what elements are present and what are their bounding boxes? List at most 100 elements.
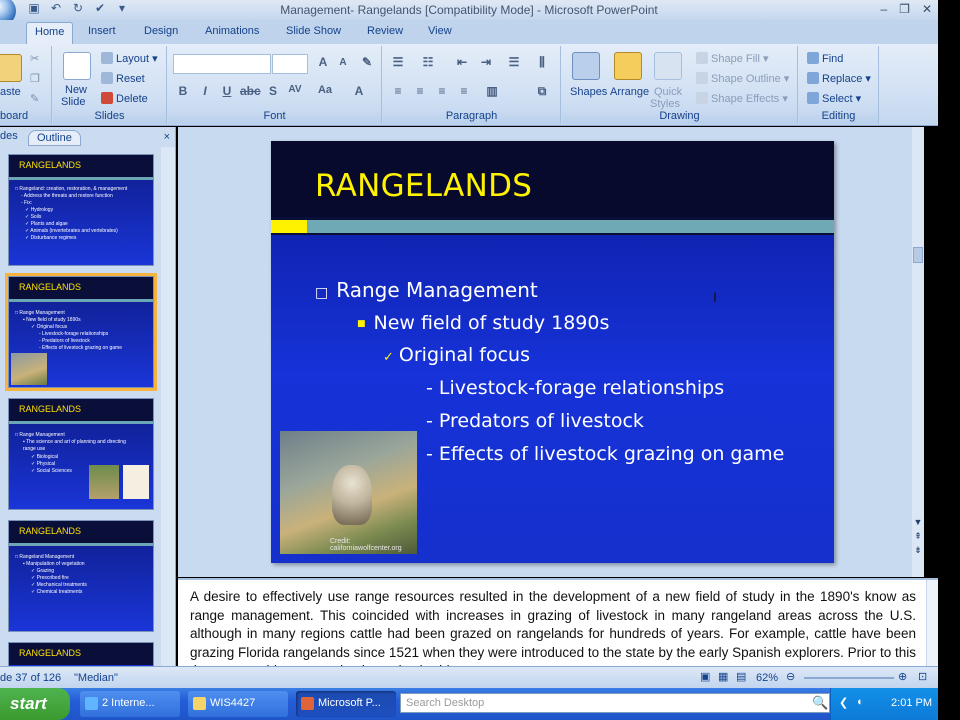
format-painter-icon[interactable]: ✎: [30, 92, 39, 105]
find-button[interactable]: Find: [807, 52, 843, 65]
slide-thumbnail[interactable]: RANGELANDS □ Range Management ▪ The scie…: [8, 398, 154, 510]
scroll-down-icon[interactable]: ▼: [912, 517, 924, 527]
font-name-combo[interactable]: [173, 54, 271, 74]
tab-outline[interactable]: Outline: [28, 130, 81, 146]
canvas-scrollbar[interactable]: ▼ ⇞ ⇟: [912, 127, 924, 577]
font-color-icon[interactable]: A: [350, 84, 368, 102]
slideshow-view-icon[interactable]: ▤: [736, 670, 746, 683]
slide-sorter-icon[interactable]: ▦: [718, 670, 728, 683]
bullet-level-2[interactable]: ■ New field of study 1890s: [357, 312, 609, 334]
copy-icon[interactable]: ❐: [30, 72, 40, 85]
layout-button[interactable]: Layout ▾: [101, 52, 158, 65]
quick-styles-label[interactable]: Styles: [650, 98, 680, 110]
slide-thumbnail-selected[interactable]: RANGELANDS □ Range Management ▪ New fiel…: [5, 273, 157, 391]
shape-outline-button[interactable]: Shape Outline ▾: [696, 72, 789, 85]
font-size-combo[interactable]: [272, 54, 308, 74]
replace-button[interactable]: Replace ▾: [807, 72, 871, 85]
notes-text[interactable]: A desire to effectively use range resour…: [190, 588, 916, 666]
align-center-icon[interactable]: ≡: [411, 84, 429, 102]
restore-icon[interactable]: ❐: [899, 2, 910, 16]
tab-slides[interactable]: des: [0, 130, 18, 142]
taskbar-item-folder[interactable]: WIS4427: [188, 691, 288, 717]
zoom-out-icon[interactable]: ⊖: [786, 670, 795, 683]
columns-icon[interactable]: ▥: [483, 84, 501, 102]
slide-thumbnail[interactable]: RANGELANDS: [8, 642, 154, 667]
previous-slide-icon[interactable]: ⇞: [912, 531, 924, 542]
tab-home[interactable]: Home: [26, 22, 74, 44]
bold-icon[interactable]: B: [174, 84, 192, 102]
slide-thumbnail[interactable]: RANGELANDS □ Rangeland: creation, restor…: [8, 154, 154, 266]
shape-fill-button[interactable]: Shape Fill ▾: [696, 52, 769, 65]
zoom-level[interactable]: 62%: [756, 672, 778, 684]
clock[interactable]: 2:01 PM: [891, 697, 932, 709]
zoom-slider[interactable]: [804, 677, 894, 679]
tab-view[interactable]: View: [428, 25, 452, 37]
clear-format-icon[interactable]: ✎: [358, 55, 376, 73]
bullet-level-4[interactable]: - Predators of livestock: [426, 410, 644, 432]
text-direction-icon[interactable]: ⫼: [533, 55, 551, 73]
bullet-level-3[interactable]: ✓ Original focus: [383, 344, 530, 366]
search-icon[interactable]: 🔍: [812, 695, 828, 711]
reset-button[interactable]: Reset: [101, 72, 145, 85]
desktop-search-input[interactable]: Search Desktop: [400, 693, 830, 713]
tray-arrow-icon[interactable]: ❮: [839, 696, 848, 709]
bullet-level-4[interactable]: - Livestock-forage relationships: [426, 377, 724, 399]
notes-scrollbar[interactable]: [926, 580, 938, 666]
align-right-icon[interactable]: ≡: [433, 84, 451, 102]
paste-button[interactable]: aste: [0, 86, 21, 98]
change-case-icon[interactable]: Aa: [316, 84, 334, 102]
select-button[interactable]: Select ▾: [807, 92, 861, 105]
arrange-button[interactable]: Arrange: [610, 86, 649, 98]
close-pane-icon[interactable]: ×: [164, 131, 170, 143]
strikethrough-icon[interactable]: abc: [240, 84, 261, 102]
align-left-icon[interactable]: ≡: [389, 84, 407, 102]
increase-indent-icon[interactable]: ⇥: [477, 55, 495, 73]
numbering-icon[interactable]: ☷: [419, 55, 437, 73]
close-icon[interactable]: ✕: [922, 2, 932, 16]
minimize-icon[interactable]: –: [880, 2, 887, 16]
pane-scrollbar[interactable]: [161, 147, 175, 667]
network-icon[interactable]: ◐: [857, 696, 864, 708]
quick-styles-icon[interactable]: [654, 52, 682, 80]
tab-insert[interactable]: Insert: [88, 25, 116, 37]
fit-to-window-icon[interactable]: ⊡: [918, 670, 927, 683]
paste-icon[interactable]: [0, 54, 22, 82]
italic-icon[interactable]: I: [196, 84, 214, 102]
grow-font-icon[interactable]: A: [314, 55, 332, 73]
taskbar-item-powerpoint[interactable]: Microsoft P...: [296, 691, 396, 717]
shapes-icon[interactable]: [572, 52, 600, 80]
tab-design[interactable]: Design: [144, 25, 178, 37]
smartart-icon[interactable]: ⧉: [533, 84, 551, 102]
shadow-icon[interactable]: S: [264, 84, 282, 102]
shapes-button[interactable]: Shapes: [570, 86, 607, 98]
tab-review[interactable]: Review: [367, 25, 403, 37]
bullet-level-1[interactable]: □ Range Management: [315, 278, 538, 302]
tab-animations[interactable]: Animations: [205, 25, 259, 37]
cut-icon[interactable]: ✂: [30, 52, 39, 65]
tab-slide-show[interactable]: Slide Show: [286, 25, 341, 37]
notes-pane[interactable]: A desire to effectively use range resour…: [178, 578, 938, 666]
wolf-photo[interactable]: Credit: californiawolfcenter.org: [280, 431, 417, 554]
shape-effects-button[interactable]: Shape Effects ▾: [696, 92, 788, 105]
new-slide-label[interactable]: Slide: [61, 96, 85, 108]
current-slide[interactable]: RANGELANDS □ Range Management ■ New field …: [271, 141, 834, 563]
scroll-thumb[interactable]: [913, 247, 923, 263]
slide-thumbnail[interactable]: RANGELANDS □ Rangeland Management ▪ Mani…: [8, 520, 154, 632]
decrease-indent-icon[interactable]: ⇤: [453, 55, 471, 73]
quick-styles-button[interactable]: Quick: [654, 86, 682, 98]
char-spacing-icon[interactable]: AV: [286, 84, 304, 102]
bullet-level-4[interactable]: - Effects of livestock grazing on game: [426, 443, 784, 465]
new-slide-icon[interactable]: [63, 52, 91, 80]
justify-icon[interactable]: ≡: [455, 84, 473, 102]
taskbar-item-internet[interactable]: 2 Interne...: [80, 691, 180, 717]
delete-button[interactable]: Delete: [101, 92, 148, 105]
bullets-icon[interactable]: ☰: [389, 55, 407, 73]
slide-title[interactable]: RANGELANDS: [315, 168, 532, 204]
line-spacing-icon[interactable]: ☰: [505, 55, 523, 73]
new-slide-button[interactable]: New: [65, 84, 87, 96]
arrange-icon[interactable]: [614, 52, 642, 80]
shrink-font-icon[interactable]: A: [334, 57, 352, 75]
next-slide-icon[interactable]: ⇟: [912, 545, 924, 556]
underline-icon[interactable]: U: [218, 84, 236, 102]
normal-view-icon[interactable]: ▣: [700, 670, 710, 683]
